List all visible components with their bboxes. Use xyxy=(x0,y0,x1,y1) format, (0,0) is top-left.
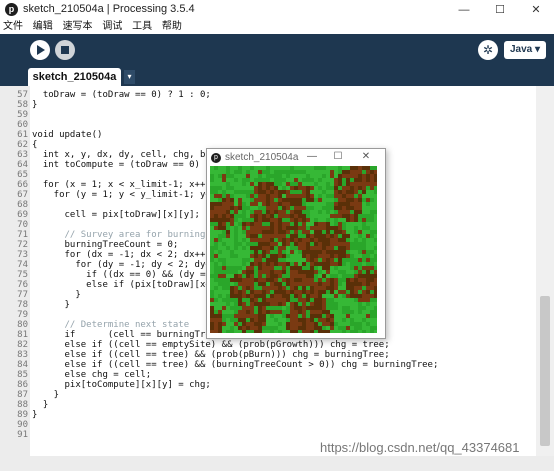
line-number: 57 xyxy=(17,90,28,100)
code-line: } xyxy=(32,290,81,300)
sketch-canvas xyxy=(210,166,377,333)
line-number: 71 xyxy=(17,230,28,240)
code-line: void update() xyxy=(32,130,103,140)
code-line: else if ((cell == emptySite) && (prob(pG… xyxy=(32,340,390,350)
line-number: 67 xyxy=(17,190,28,200)
menu-bar: 文件 编辑 速写本 调试 工具 帮助 xyxy=(0,20,554,34)
line-number: 82 xyxy=(17,340,28,350)
code-line: cell = pix[toDraw][x][y]; xyxy=(32,210,200,220)
line-number: 60 xyxy=(17,120,28,130)
stop-icon xyxy=(61,46,69,54)
sketch-minimize-button[interactable]: — xyxy=(299,149,325,165)
line-number: 90 xyxy=(17,420,28,430)
line-number: 62 xyxy=(17,140,28,150)
code-line: pix[toCompute][x][y] = chg; xyxy=(32,380,211,390)
scrollbar-thumb[interactable] xyxy=(540,296,550,446)
title-bar: p sketch_210504a | Processing 3.5.4 — ☐ … xyxy=(0,0,554,20)
line-number: 89 xyxy=(17,410,28,420)
line-number: 81 xyxy=(17,330,28,340)
line-number: 58 xyxy=(17,100,28,110)
processing-app-icon: p xyxy=(5,3,18,16)
run-button[interactable] xyxy=(30,40,50,60)
code-line: for (y = 1; y < y_limit-1; y++) { xyxy=(32,190,233,200)
menu-file[interactable]: 文件 xyxy=(3,20,23,34)
forest-fire-simulation xyxy=(210,166,377,333)
line-number: 75 xyxy=(17,270,28,280)
code-line: } xyxy=(32,400,49,410)
line-number: 63 xyxy=(17,150,28,160)
code-line: { xyxy=(32,140,38,150)
tab-row: sketch_210504a ▾ xyxy=(0,68,554,86)
code-line: } xyxy=(32,300,70,310)
code-line: } xyxy=(32,410,38,420)
sketch-close-button[interactable]: ✕ xyxy=(353,149,379,165)
menu-debug[interactable]: 调试 xyxy=(102,20,122,34)
toolbar: ✲ Java ▾ xyxy=(0,34,554,68)
maximize-button[interactable]: ☐ xyxy=(482,0,518,20)
line-number-gutter: 57 58 59 60 61 62 63 64 65 66 67 68 69 70 71 72 73 74 75 76… xyxy=(0,86,30,456)
debugger-button[interactable]: ✲ xyxy=(478,40,498,60)
line-number: 86 xyxy=(17,380,28,390)
sketch-output-window[interactable]: p sketch_210504a — ☐ ✕ xyxy=(206,148,386,339)
butterfly-icon: ✲ xyxy=(482,43,494,57)
menu-help[interactable]: 帮助 xyxy=(162,20,182,34)
code-line: // Determine next state xyxy=(32,320,190,330)
line-number: 83 xyxy=(17,350,28,360)
code-line: int toCompute = (toDraw == 0) ? 1 : xyxy=(32,160,233,170)
code-line: } xyxy=(32,100,38,110)
code-line: else if ((cell == tree) && (prob(pBurn))… xyxy=(32,350,390,360)
code-line: if (cell == burningTree) c xyxy=(32,330,233,340)
line-number: 88 xyxy=(17,400,28,410)
line-number: 72 xyxy=(17,240,28,250)
stop-button[interactable] xyxy=(55,40,75,60)
status-area xyxy=(0,456,554,471)
line-number: 79 xyxy=(17,310,28,320)
code-line: for (dy = -1; dy < 2; dy++) { xyxy=(32,260,233,270)
mode-selector[interactable]: Java ▾ xyxy=(504,41,546,59)
watermark: https://blog.csdn.net/qq_43374681 xyxy=(320,440,520,455)
line-number: 59 xyxy=(17,110,28,120)
menu-sketch[interactable]: 速写本 xyxy=(63,20,93,34)
line-number: 85 xyxy=(17,370,28,380)
menu-tools[interactable]: 工具 xyxy=(132,20,152,34)
line-number: 64 xyxy=(17,160,28,170)
line-number: 77 xyxy=(17,290,28,300)
tab-sketch[interactable]: sketch_210504a xyxy=(28,68,121,86)
code-line: } xyxy=(32,390,60,400)
code-line: if ((dx == 0) && (dy == 0)) xyxy=(32,270,233,280)
line-number: 84 xyxy=(17,360,28,370)
line-number: 91 xyxy=(17,430,28,440)
line-number: 78 xyxy=(17,300,28,310)
sketch-maximize-button[interactable]: ☐ xyxy=(325,149,351,165)
menu-edit[interactable]: 编辑 xyxy=(33,20,53,34)
line-number: 66 xyxy=(17,180,28,190)
code-line: burningTreeCount = 0; xyxy=(32,240,179,250)
sketch-window-icon: p xyxy=(211,153,221,163)
line-number: 69 xyxy=(17,210,28,220)
code-line: for (x = 1; x < x_limit-1; x++) { xyxy=(32,180,222,190)
line-number: 70 xyxy=(17,220,28,230)
line-number: 68 xyxy=(17,200,28,210)
sketch-window-title: sketch_210504a xyxy=(225,152,299,163)
close-button[interactable]: ✕ xyxy=(518,0,554,20)
tab-dropdown-button[interactable]: ▾ xyxy=(124,70,135,84)
line-number: 65 xyxy=(17,170,28,180)
editor-scrollbar[interactable] xyxy=(536,86,554,456)
line-number: 74 xyxy=(17,260,28,270)
line-number: 87 xyxy=(17,390,28,400)
code-line: toDraw = (toDraw == 0) ? 1 : 0; xyxy=(32,90,211,100)
code-line: else if ((cell == tree) && (burningTreeC… xyxy=(32,360,439,370)
line-number: 61 xyxy=(17,130,28,140)
code-line: for (dx = -1; dx < 2; dx++) { xyxy=(32,250,222,260)
window-title: sketch_210504a | Processing 3.5.4 xyxy=(23,3,195,15)
play-icon xyxy=(37,45,45,55)
line-number: 73 xyxy=(17,250,28,260)
line-number: 80 xyxy=(17,320,28,330)
code-line: else chg = cell; xyxy=(32,370,152,380)
line-number: 76 xyxy=(17,280,28,290)
minimize-button[interactable]: — xyxy=(446,0,482,20)
